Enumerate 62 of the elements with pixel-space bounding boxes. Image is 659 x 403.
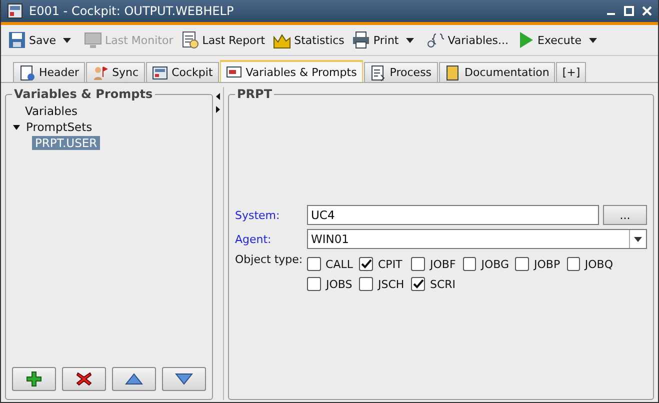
plus-icon bbox=[25, 371, 43, 387]
expand-arrow-icon[interactable] bbox=[13, 124, 20, 130]
dropdown-arrow-icon[interactable] bbox=[63, 38, 72, 42]
collapse-arrow-icon[interactable] bbox=[216, 93, 220, 100]
tab[interactable]: Documentation bbox=[438, 62, 556, 82]
tab[interactable]: Process bbox=[364, 62, 438, 82]
dropdown-arrow-icon bbox=[634, 236, 642, 242]
tab[interactable]: Variables & Prompts bbox=[220, 60, 363, 82]
add-button[interactable] bbox=[12, 367, 56, 391]
tab[interactable]: Header bbox=[13, 62, 86, 82]
field-label: Agent: bbox=[235, 232, 272, 246]
tab[interactable]: [+] bbox=[556, 62, 586, 82]
tree-item[interactable]: PRPT.USER bbox=[32, 136, 100, 150]
panel-title: Variables & Prompts bbox=[13, 87, 154, 101]
dropdown-arrow-icon[interactable] bbox=[406, 38, 414, 42]
down-button[interactable] bbox=[162, 367, 206, 391]
tab[interactable]: Sync bbox=[86, 62, 145, 82]
tree-item[interactable]: Variables bbox=[22, 104, 81, 118]
execute-button[interactable]: Execute bbox=[514, 29, 584, 51]
object-type-checkbox[interactable]: SCRI bbox=[411, 277, 457, 291]
down-triangle-icon bbox=[175, 371, 193, 387]
object-type-checkbox[interactable]: JOBP bbox=[515, 257, 561, 271]
window-title: E001 - Cockpit: OUTPUT.WEBHELP bbox=[29, 4, 235, 18]
person-flag-icon bbox=[92, 64, 108, 80]
book-icon bbox=[444, 64, 461, 80]
close-icon[interactable] bbox=[642, 6, 652, 16]
print-button[interactable]: Print bbox=[349, 29, 402, 51]
tab[interactable]: Cockpit bbox=[146, 62, 219, 82]
browse-button[interactable]: ... bbox=[603, 205, 647, 225]
expand-arrow-icon[interactable] bbox=[216, 106, 220, 113]
field-label: Object type: bbox=[235, 253, 304, 266]
system-field[interactable]: UC4 bbox=[307, 205, 599, 225]
window-icon bbox=[7, 3, 23, 19]
dropdown-arrow-icon[interactable] bbox=[588, 38, 596, 42]
printer-icon bbox=[352, 31, 370, 49]
dashboard-icon bbox=[152, 64, 168, 80]
monitor-icon bbox=[84, 31, 102, 49]
object-type-checkbox[interactable]: JSCH bbox=[359, 277, 405, 291]
object-type-checkbox[interactable]: CPIT bbox=[359, 257, 405, 271]
maximize-icon[interactable] bbox=[624, 6, 634, 16]
x-icon bbox=[75, 371, 93, 387]
report-clock-icon bbox=[181, 31, 200, 49]
stats-button[interactable]: Statistics bbox=[270, 29, 348, 51]
object-type-checkbox[interactable]: JOBS bbox=[307, 277, 353, 291]
agent-dropdown[interactable]: WIN01 bbox=[307, 229, 647, 249]
window-icon bbox=[226, 64, 242, 80]
object-type-checkbox[interactable]: CALL bbox=[307, 257, 353, 271]
field-label: System: bbox=[235, 208, 281, 222]
document-info-icon bbox=[19, 64, 35, 80]
object-type-checkbox[interactable]: JOBF bbox=[411, 257, 457, 271]
up-button[interactable] bbox=[112, 367, 156, 391]
up-triangle-icon bbox=[125, 371, 143, 387]
vars-button[interactable]: Variables... bbox=[424, 29, 512, 51]
checkmark-icon bbox=[360, 259, 372, 269]
object-type-checkbox[interactable]: JOBQ bbox=[567, 257, 613, 271]
save-button[interactable]: Save bbox=[5, 29, 60, 51]
report-button[interactable]: Last Report bbox=[178, 29, 268, 51]
checkmark-icon bbox=[412, 279, 424, 289]
object-type-checkbox[interactable]: JOBG bbox=[463, 257, 509, 271]
tree-item[interactable]: PromptSets bbox=[23, 120, 96, 134]
panel-title: PRPT bbox=[236, 87, 274, 101]
delete-button[interactable] bbox=[62, 367, 106, 391]
